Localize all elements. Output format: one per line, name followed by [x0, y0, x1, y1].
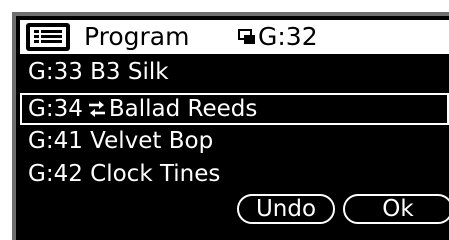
device-frame: Program G:32 G:33 B3 Silk G:34 Ballad Re… [0, 0, 449, 240]
list-item-name: B3 Silk [90, 59, 169, 85]
list-item-selected[interactable]: G:34 Ballad Reeds [20, 93, 449, 125]
list-menu-icon-glyph [30, 27, 66, 47]
list-item-name: Velvet Bop [90, 128, 214, 154]
undo-button[interactable]: Undo [237, 194, 335, 224]
list-item-id: G:41 [28, 128, 83, 154]
list-item[interactable]: G:42 Clock Tines [20, 159, 449, 191]
copy-icon [238, 29, 255, 44]
header-bar: Program G:32 [20, 20, 449, 54]
display-screen: Program G:32 G:33 B3 Silk G:34 Ballad Re… [12, 12, 449, 240]
swap-arrows-icon [88, 101, 105, 117]
list-item-id: G:33 [28, 59, 83, 85]
list-menu-icon[interactable] [26, 23, 70, 51]
list-item-id: G:42 [28, 161, 83, 187]
ok-button[interactable]: Ok [343, 194, 449, 224]
current-program-id: G:32 [258, 22, 318, 51]
list-item[interactable]: G:41 Velvet Bop [20, 126, 449, 158]
list-item-name: Ballad Reeds [108, 96, 258, 122]
list-item-name: Clock Tines [90, 161, 221, 187]
list-item-id: G:34 [28, 96, 83, 122]
list-item[interactable]: G:33 B3 Silk [20, 57, 449, 89]
page-title: Program [84, 22, 190, 51]
